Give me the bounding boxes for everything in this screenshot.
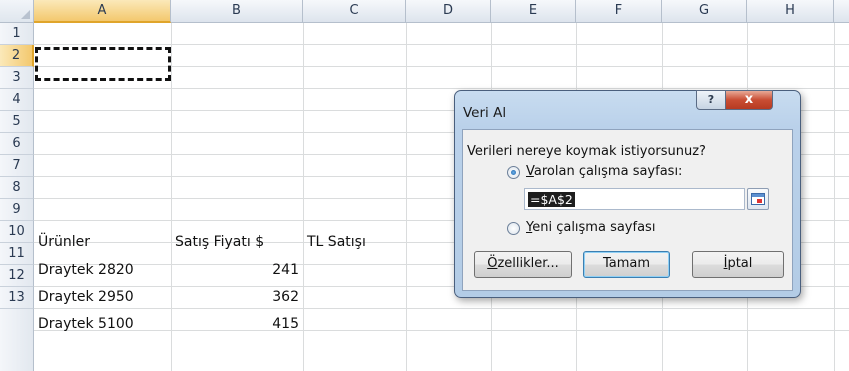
close-icon[interactable]: x bbox=[725, 90, 773, 110]
collapse-dialog-icon bbox=[751, 193, 765, 205]
row-header-overflow[interactable] bbox=[0, 309, 34, 371]
gridline bbox=[406, 23, 407, 371]
radio-unselected-icon[interactable] bbox=[507, 222, 520, 235]
row-header-4[interactable]: 4 bbox=[0, 89, 34, 111]
veri-al-dialog: Veri Al ? x Verileri nereye koymak istiy… bbox=[454, 90, 801, 298]
gridline bbox=[34, 88, 849, 89]
row-header-8[interactable]: 8 bbox=[0, 177, 34, 199]
gridline bbox=[171, 23, 172, 371]
gridline bbox=[34, 308, 849, 309]
column-header-overflow[interactable] bbox=[834, 0, 849, 23]
help-icon[interactable]: ? bbox=[696, 90, 726, 110]
corner-select-all-icon bbox=[21, 10, 30, 19]
properties-label-text: zellikler... bbox=[497, 256, 559, 271]
reference-input[interactable]: =$A$2 bbox=[524, 188, 745, 210]
cell-b10[interactable]: 241 bbox=[175, 262, 299, 278]
row-header-7[interactable]: 7 bbox=[0, 155, 34, 177]
cell-a2-selection-marquee[interactable] bbox=[35, 47, 171, 81]
cancel-label-text: ptal bbox=[727, 256, 753, 271]
row-header-2[interactable]: 2 bbox=[0, 45, 34, 67]
reference-value: =$A$2 bbox=[528, 192, 575, 207]
cell-a11[interactable]: Draytek 2950 bbox=[38, 289, 134, 305]
cell-c9[interactable]: TL Satışı bbox=[307, 234, 366, 250]
properties-button[interactable]: Özellikler... bbox=[474, 251, 572, 278]
row-header-5[interactable]: 5 bbox=[0, 111, 34, 133]
row-header-1[interactable]: 1 bbox=[0, 23, 34, 45]
new-sheet-label-text: eni çalışma sayfası bbox=[532, 220, 656, 235]
cancel-button[interactable]: İptal bbox=[692, 251, 784, 278]
existing-sheet-option-label[interactable]: Varolan çalışma sayfası: bbox=[526, 164, 682, 179]
column-header-g[interactable]: G bbox=[662, 0, 747, 23]
cell-b9[interactable]: Satış Fiyatı $ bbox=[175, 234, 264, 250]
cell-a9[interactable]: Ürünler bbox=[38, 234, 90, 250]
row-header-3[interactable]: 3 bbox=[0, 67, 34, 89]
ok-button[interactable]: Tamam bbox=[583, 251, 670, 278]
column-header-h[interactable]: H bbox=[747, 0, 834, 23]
column-header-e[interactable]: E bbox=[491, 0, 576, 23]
gridline bbox=[34, 330, 849, 331]
gridline bbox=[303, 23, 304, 371]
column-header-c[interactable]: C bbox=[303, 0, 406, 23]
properties-mnemonic: Ö bbox=[487, 256, 498, 271]
cell-b11[interactable]: 362 bbox=[175, 289, 299, 305]
dialog-title: Veri Al bbox=[463, 105, 507, 121]
row-header-9[interactable]: 9 bbox=[0, 199, 34, 221]
existing-sheet-mnemonic: V bbox=[526, 164, 534, 179]
new-sheet-option-label[interactable]: Yeni çalışma sayfası bbox=[526, 220, 655, 235]
column-header-d[interactable]: D bbox=[406, 0, 491, 23]
dialog-body: Verileri nereye koymak istiyorsunuz? Var… bbox=[462, 129, 793, 291]
row-header-13[interactable]: 13 bbox=[0, 287, 34, 309]
select-all-corner[interactable] bbox=[0, 0, 34, 23]
column-header-b[interactable]: B bbox=[171, 0, 303, 23]
column-header-a[interactable]: A bbox=[34, 0, 171, 23]
radio-selected-icon[interactable] bbox=[507, 166, 520, 179]
collapse-dialog-button[interactable] bbox=[747, 188, 769, 210]
row-header-6[interactable]: 6 bbox=[0, 133, 34, 155]
row-header-12[interactable]: 12 bbox=[0, 265, 34, 287]
row-header-10[interactable]: 10 bbox=[0, 221, 34, 243]
existing-sheet-label-text: arolan çalışma sayfası: bbox=[533, 164, 683, 179]
cell-b12[interactable]: 415 bbox=[175, 316, 299, 332]
cell-a10[interactable]: Draytek 2820 bbox=[38, 262, 134, 278]
column-header-f[interactable]: F bbox=[576, 0, 662, 23]
question-label: Verileri nereye koymak istiyorsunuz? bbox=[467, 144, 706, 159]
gridline bbox=[34, 44, 849, 45]
cell-a12[interactable]: Draytek 5100 bbox=[38, 316, 134, 332]
row-header-11[interactable]: 11 bbox=[0, 243, 34, 265]
gridline bbox=[834, 23, 835, 371]
